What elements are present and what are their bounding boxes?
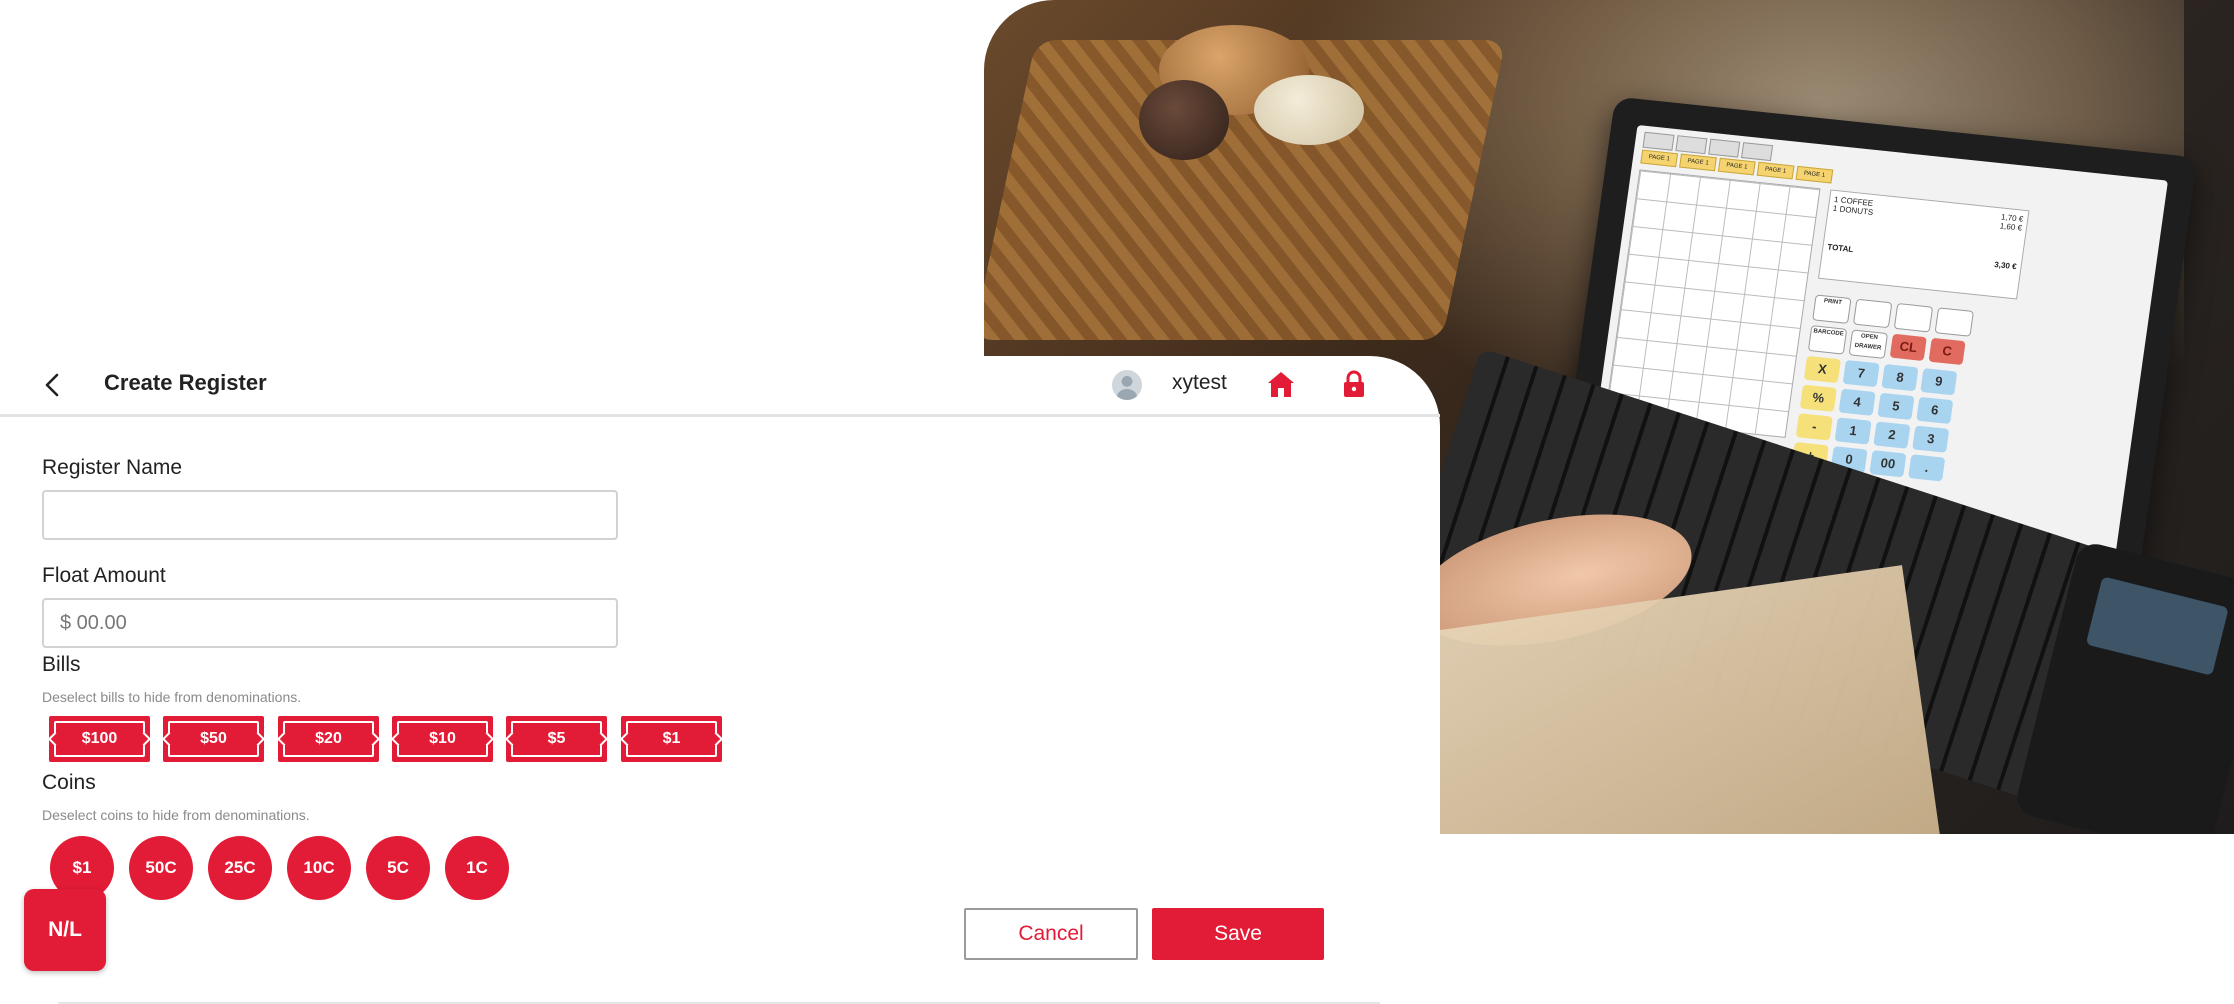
pos-key: 00 bbox=[1869, 450, 1907, 478]
receipt-total: TOTAL 3,30 € bbox=[1827, 242, 2017, 271]
create-register-card: Create Register xytest Register Name Flo… bbox=[0, 356, 1440, 1004]
receipt-price: 1,60 € bbox=[1999, 221, 2023, 233]
page-title: Create Register bbox=[104, 370, 267, 395]
pos-key: 5 bbox=[1877, 392, 1915, 421]
pos-key: X bbox=[1803, 355, 1841, 384]
pos-page-tab: PAGE 1 bbox=[1679, 153, 1717, 172]
pos-key: 9 bbox=[1920, 368, 1958, 396]
pos-key: OPEN DRAWER bbox=[1848, 329, 1889, 359]
pos-screen-tab bbox=[1642, 131, 1675, 151]
bill-10-toggle[interactable]: $10 bbox=[392, 716, 493, 762]
pos-screen-tab bbox=[1675, 135, 1708, 155]
pos-receipt: 1 COFFEE 1,70 € 1 DONUTS 1,60 € TOTAL 3,30 … bbox=[1817, 189, 2030, 300]
chevron-left-icon[interactable] bbox=[38, 370, 68, 400]
pos-key: 3 bbox=[1912, 425, 1950, 453]
pos-page-tab: PAGE 1 bbox=[1795, 165, 1834, 184]
register-name-input[interactable] bbox=[42, 490, 618, 540]
bread-roll bbox=[1139, 80, 1229, 160]
bill-label: $5 bbox=[511, 721, 602, 757]
pos-key: 8 bbox=[1881, 363, 1919, 392]
coin-50c-toggle[interactable]: 50C bbox=[129, 836, 193, 900]
pos-key: C bbox=[1928, 337, 1966, 366]
card-terminal-screen bbox=[2085, 576, 2229, 676]
pos-page-tab: PAGE 1 bbox=[1717, 157, 1756, 176]
bill-label: $1 bbox=[626, 721, 717, 757]
bill-label: $20 bbox=[283, 721, 374, 757]
lock-icon[interactable] bbox=[1340, 369, 1368, 399]
coin-1c-toggle[interactable]: 1C bbox=[445, 836, 509, 900]
bill-label: $100 bbox=[54, 721, 145, 757]
avatar[interactable] bbox=[1112, 370, 1142, 400]
pos-product-grid bbox=[1604, 169, 1821, 438]
pos-key: PRINT bbox=[1812, 294, 1852, 324]
float-amount-input[interactable] bbox=[42, 598, 618, 648]
pos-key bbox=[1893, 303, 1934, 333]
coin-25c-toggle[interactable]: 25C bbox=[208, 836, 272, 900]
bills-title: Bills bbox=[42, 653, 81, 676]
bill-100-toggle[interactable]: $100 bbox=[49, 716, 150, 762]
pos-screen-tab bbox=[1741, 142, 1774, 162]
coin-10c-toggle[interactable]: 10C bbox=[287, 836, 351, 900]
pos-key: 1 bbox=[1834, 417, 1872, 445]
cancel-button[interactable]: Cancel bbox=[964, 908, 1138, 960]
bill-20-toggle[interactable]: $20 bbox=[278, 716, 379, 762]
bill-5-toggle[interactable]: $5 bbox=[506, 716, 607, 762]
pos-key bbox=[1934, 307, 1974, 337]
receipt-total-value: 3,30 € bbox=[1993, 260, 2018, 272]
pos-screen-tab bbox=[1708, 138, 1741, 158]
bills-hint: Deselect bills to hide from denomination… bbox=[42, 689, 302, 705]
pos-page-tab: PAGE 1 bbox=[1640, 149, 1679, 168]
pos-key: - bbox=[1795, 413, 1833, 441]
coins-hint: Deselect coins to hide from denomination… bbox=[42, 807, 310, 823]
header-bar: Create Register xytest bbox=[0, 356, 1440, 417]
bill-1-toggle[interactable]: $1 bbox=[621, 716, 722, 762]
save-button[interactable]: Save bbox=[1152, 908, 1324, 960]
pos-key: 4 bbox=[1838, 388, 1876, 416]
register-name-label: Register Name bbox=[42, 456, 183, 479]
bread-bun bbox=[1254, 75, 1364, 145]
pos-key: % bbox=[1799, 384, 1837, 412]
bill-label: $10 bbox=[397, 721, 488, 757]
pos-key: BARCODE bbox=[1807, 325, 1848, 355]
nl-button[interactable]: N/L bbox=[24, 889, 106, 971]
float-amount-label: Float Amount bbox=[42, 564, 166, 587]
coin-5c-toggle[interactable]: 5C bbox=[366, 836, 430, 900]
bill-50-toggle[interactable]: $50 bbox=[163, 716, 264, 762]
pos-key bbox=[1852, 298, 1893, 329]
receipt-total-label: TOTAL bbox=[1826, 242, 1854, 255]
pos-page-tab: PAGE 1 bbox=[1756, 161, 1795, 180]
username[interactable]: xytest bbox=[1172, 371, 1227, 395]
home-icon[interactable] bbox=[1266, 369, 1296, 399]
pos-key: . bbox=[1908, 454, 1946, 482]
pos-key: 7 bbox=[1842, 359, 1880, 388]
pos-key: 6 bbox=[1916, 396, 1954, 425]
bill-label: $50 bbox=[168, 721, 259, 757]
coins-title: Coins bbox=[42, 771, 96, 794]
pos-key: 2 bbox=[1873, 421, 1911, 449]
pos-key: CL bbox=[1889, 333, 1927, 362]
